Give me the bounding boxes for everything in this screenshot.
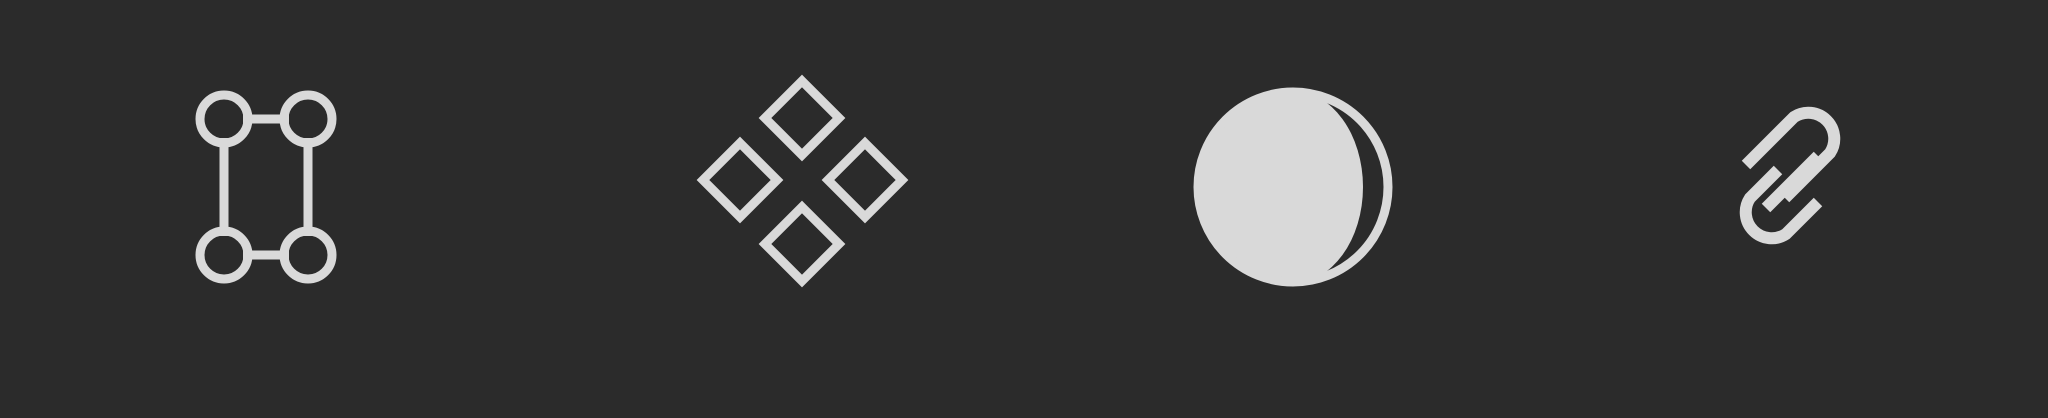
bounding-box-icon (195, 90, 337, 284)
appearance-button[interactable] (1173, 69, 1413, 309)
link-button[interactable] (1663, 69, 1903, 309)
link-icon (1739, 106, 1841, 245)
icon-toolbar (0, 0, 2048, 418)
four-diamonds-icon (696, 74, 909, 288)
half-moon-contrast-icon (1193, 87, 1393, 287)
transform-button[interactable] (128, 69, 368, 309)
components-button[interactable] (682, 69, 922, 309)
